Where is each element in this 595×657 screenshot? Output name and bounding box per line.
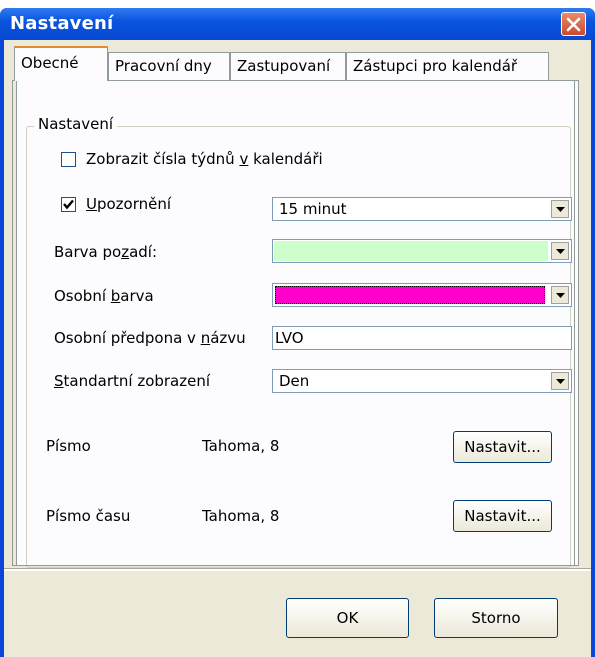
personal-color-label-pre: Osobní — [54, 287, 111, 305]
chevron-down-icon — [556, 249, 565, 254]
personal-color-select[interactable] — [272, 283, 572, 307]
prefix-label-post: ázvu — [210, 329, 246, 347]
font-value: Tahoma, 8 — [202, 437, 280, 455]
prefix-label-key: n — [200, 329, 211, 347]
title-bar[interactable]: Nastavení — [0, 8, 595, 40]
prefix-label: Osobní předpona v názvu — [54, 329, 246, 347]
tab-label: Zástupci pro kalendář — [353, 57, 518, 75]
chevron-down-icon — [556, 293, 565, 298]
ok-button[interactable]: OK — [286, 598, 409, 638]
background-color-swatch — [274, 241, 548, 261]
background-color-label-post: adí: — [129, 243, 157, 261]
personal-color-swatch — [275, 286, 545, 304]
dropdown-arrow-button[interactable] — [551, 242, 569, 260]
prefix-label-pre: Osobní předpona v — [54, 329, 201, 347]
reminder-select-value: 15 minut — [279, 200, 347, 218]
tab-obecne[interactable]: Obecné — [14, 46, 108, 81]
dialog-client-area: Obecné Pracovní dny Zastupovaní Zástupci… — [4, 40, 591, 657]
default-view-label: Standartní zobrazení — [54, 372, 210, 390]
tab-zastupci-pro-kalendar[interactable]: Zástupci pro kalendář — [346, 52, 549, 80]
dropdown-arrow-button[interactable] — [551, 286, 569, 304]
dialog-window: Nastavení Obecné Pracovní dny Zastupovan… — [0, 8, 595, 657]
prefix-field[interactable] — [272, 326, 572, 350]
chevron-down-icon — [556, 379, 565, 384]
reminder-checkbox[interactable] — [61, 197, 76, 212]
dropdown-arrow-button[interactable] — [551, 200, 569, 218]
personal-color-label: Osobní barva — [54, 287, 154, 305]
week-numbers-checkbox[interactable] — [61, 152, 76, 167]
reminder-label-key: U — [86, 195, 97, 213]
checkmark-icon — [63, 199, 74, 210]
personal-color-label-key: b — [110, 287, 121, 305]
tab-pracovni-dny[interactable]: Pracovní dny — [108, 52, 230, 80]
time-font-settings-button[interactable]: Nastavit... — [453, 500, 552, 532]
default-view-select-value: Den — [279, 372, 310, 390]
tab-label: Zastupovaní — [237, 57, 331, 75]
close-button[interactable] — [561, 12, 586, 36]
groupbox-label: Nastavení — [34, 115, 118, 133]
font-settings-button[interactable]: Nastavit... — [453, 431, 552, 463]
dialog-separator — [4, 568, 591, 571]
week-numbers-label-key: v — [239, 150, 249, 168]
week-numbers-label: Zobrazit čísla týdnů v kalendáři — [86, 150, 323, 168]
tab-zastupovani[interactable]: Zastupovaní — [230, 52, 346, 80]
reminder-select[interactable]: 15 minut — [272, 197, 572, 221]
background-color-label-key: z — [121, 243, 130, 261]
font-label: Písmo — [46, 437, 91, 455]
background-color-label-pre: Barva po — [54, 243, 122, 261]
reminder-label: Upozornění — [86, 195, 171, 213]
personal-color-label-post: arva — [120, 287, 154, 305]
dropdown-arrow-button[interactable] — [551, 372, 569, 390]
chevron-down-icon — [556, 207, 565, 212]
default-view-select[interactable]: Den — [272, 369, 572, 393]
time-font-value: Tahoma, 8 — [202, 507, 280, 525]
default-view-label-key: S — [54, 372, 64, 390]
background-color-label: Barva pozadí: — [54, 243, 157, 261]
window-title: Nastavení — [10, 13, 114, 34]
prefix-input[interactable] — [275, 328, 565, 348]
cancel-button[interactable]: Storno — [434, 598, 558, 638]
background-color-select[interactable] — [272, 239, 572, 263]
week-numbers-label-pre: Zobrazit čísla týdnů — [86, 150, 240, 168]
default-view-label-post: tandartní zobrazení — [63, 372, 211, 390]
reminder-label-post: pozornění — [96, 195, 172, 213]
week-numbers-label-post: kalendáři — [248, 150, 323, 168]
time-font-label: Písmo času — [46, 507, 131, 525]
close-icon — [566, 17, 581, 32]
tab-label: Obecné — [21, 54, 79, 72]
tab-label: Pracovní dny — [115, 57, 212, 75]
